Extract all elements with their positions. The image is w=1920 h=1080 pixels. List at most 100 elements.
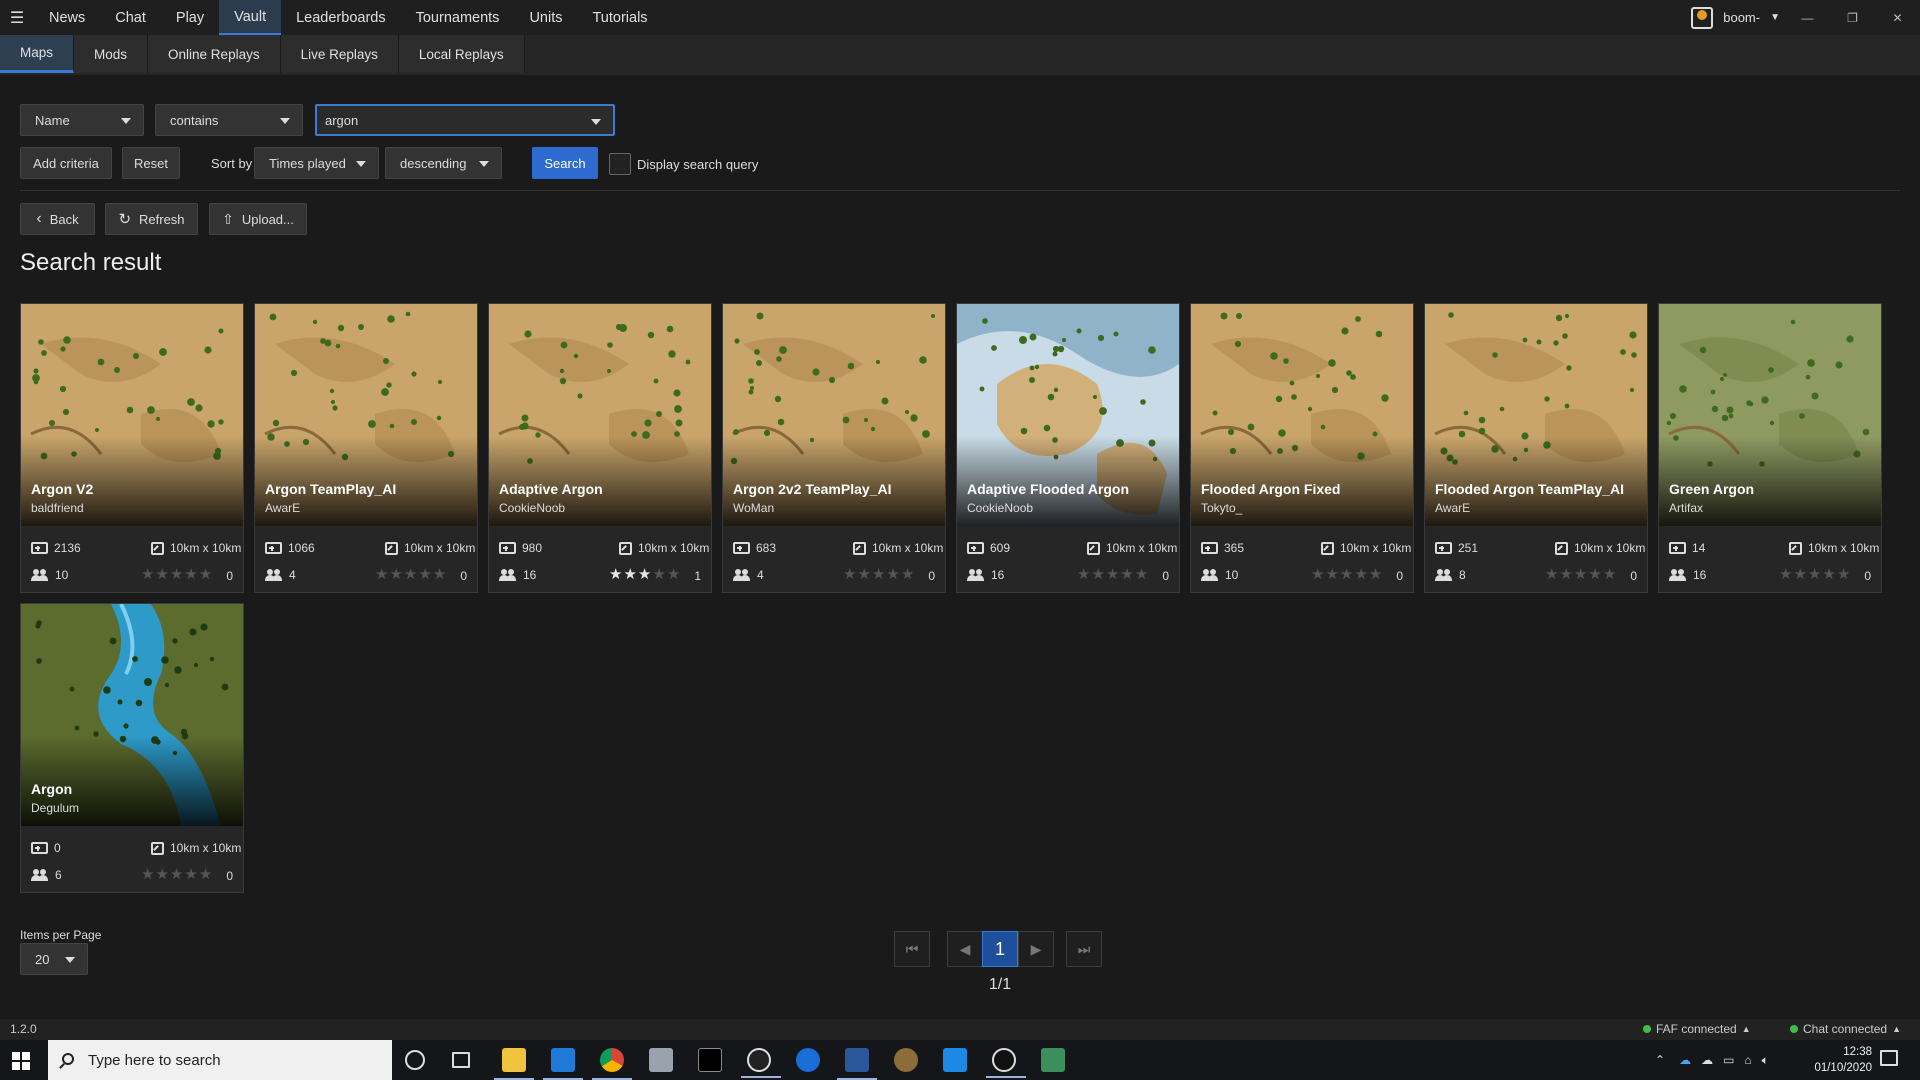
- word-icon[interactable]: [837, 1048, 877, 1080]
- task-view-icon[interactable]: [452, 1052, 470, 1068]
- tab-live-replays[interactable]: Live Replays: [280, 35, 399, 73]
- plays-count: 365: [1224, 541, 1245, 555]
- nav-vault[interactable]: Vault: [219, 0, 282, 35]
- volume-icon[interactable]: 🔈︎: [1762, 1053, 1769, 1068]
- next-page-button[interactable]: ▶: [1018, 931, 1054, 967]
- tab-mods[interactable]: Mods: [74, 35, 149, 73]
- star-icon: ★: [1077, 566, 1092, 583]
- upload-button[interactable]: ⇧ Upload...: [209, 203, 307, 235]
- players-stat: 6: [31, 868, 62, 882]
- reset-button[interactable]: Reset: [122, 147, 180, 179]
- nav-units[interactable]: Units: [514, 0, 577, 35]
- app-icon[interactable]: [649, 1048, 673, 1072]
- star-icon: ★: [403, 566, 419, 583]
- tab-local-replays[interactable]: Local Replays: [398, 35, 525, 73]
- cloud-icon[interactable]: ☁: [1701, 1053, 1713, 1067]
- star-icon: ★: [1559, 566, 1574, 583]
- chat-status[interactable]: Chat connected ▲: [1790, 1022, 1901, 1036]
- restore-icon[interactable]: ❐: [1830, 0, 1875, 35]
- star-icon: ★: [169, 566, 185, 583]
- current-page[interactable]: 1: [982, 931, 1018, 967]
- chevron-up-icon: ▲: [1741, 1024, 1751, 1034]
- map-card[interactable]: Green Argon Artifax 14 10km x 10km 16 ★★…: [1658, 303, 1882, 593]
- refresh-button[interactable]: ↻ Refresh: [105, 203, 198, 235]
- refresh-label: Refresh: [139, 211, 185, 227]
- items-per-page-dropdown[interactable]: 20: [20, 943, 88, 975]
- nav-tournaments[interactable]: Tournaments: [401, 0, 515, 35]
- search-field-dropdown[interactable]: Name: [20, 104, 144, 136]
- map-card[interactable]: Argon TeamPlay_AI AwarE 1066 10km x 10km…: [254, 303, 478, 593]
- rating-stars: ★★★★★: [1545, 565, 1617, 583]
- last-page-button[interactable]: ⏭: [1066, 931, 1102, 967]
- map-card[interactable]: Adaptive Argon CookieNoob 980 10km x 10k…: [488, 303, 712, 593]
- star-icon: ★: [418, 566, 433, 583]
- menu-icon[interactable]: ☰: [0, 0, 34, 35]
- search-operator-dropdown[interactable]: contains: [155, 104, 303, 136]
- terminal-icon[interactable]: [698, 1048, 722, 1072]
- nav-chat[interactable]: Chat: [100, 0, 161, 35]
- first-page-button[interactable]: ⏮: [894, 931, 930, 967]
- map-author: AwarE: [265, 501, 301, 515]
- faf-client-icon[interactable]: [986, 1048, 1026, 1078]
- prev-page-button[interactable]: ◀: [947, 931, 983, 967]
- file-explorer-icon[interactable]: [494, 1048, 534, 1080]
- faf-status[interactable]: FAF connected ▲: [1643, 1022, 1751, 1036]
- tab-online-replays[interactable]: Online Replays: [148, 35, 281, 73]
- add-criteria-button[interactable]: Add criteria: [20, 147, 112, 179]
- map-card[interactable]: Flooded Argon Fixed Tokyto_ 365 10km x 1…: [1190, 303, 1414, 593]
- nav-tutorials[interactable]: Tutorials: [577, 0, 662, 35]
- mail-icon[interactable]: [543, 1048, 583, 1080]
- notifications-icon[interactable]: [1880, 1050, 1898, 1066]
- chevron-up-icon[interactable]: ⌃: [1655, 1053, 1665, 1067]
- star-icon: ★: [609, 566, 624, 583]
- size-stat: 10km x 10km: [1087, 541, 1177, 555]
- star-icon: ★: [1311, 566, 1326, 583]
- players-icon: [31, 569, 49, 581]
- onedrive-icon[interactable]: ☁: [1679, 1053, 1691, 1067]
- search-button[interactable]: Search: [532, 147, 598, 179]
- sort-field-dropdown[interactable]: Times played: [254, 147, 379, 179]
- gamepad-icon: [31, 842, 48, 854]
- nav-play[interactable]: Play: [161, 0, 219, 35]
- star-icon: ★: [432, 566, 448, 583]
- nav-news[interactable]: News: [34, 0, 100, 35]
- map-author: CookieNoob: [967, 501, 1034, 515]
- upload-label: Upload...: [241, 211, 294, 227]
- search-input[interactable]: argon: [315, 104, 615, 136]
- network-icon[interactable]: ⌂: [1744, 1053, 1751, 1067]
- battery-icon[interactable]: ▭: [1723, 1053, 1734, 1067]
- photos-icon[interactable]: [943, 1048, 967, 1072]
- game-icon[interactable]: [894, 1048, 918, 1072]
- map-size-icon: [1321, 541, 1334, 555]
- windows-start-icon[interactable]: [12, 1052, 30, 1070]
- edge-icon[interactable]: [796, 1048, 820, 1072]
- map-size: 10km x 10km: [1808, 541, 1880, 555]
- map-card[interactable]: Adaptive Flooded Argon CookieNoob 609 10…: [956, 303, 1180, 593]
- star-icon: ★: [652, 566, 667, 583]
- plays-count: 251: [1458, 541, 1479, 555]
- map-card[interactable]: Argon V2 baldfriend 2136 10km x 10km 10 …: [20, 303, 244, 593]
- minimize-icon[interactable]: —: [1785, 0, 1830, 35]
- chrome-icon[interactable]: [592, 1048, 632, 1080]
- display-query-checkbox[interactable]: [609, 153, 631, 175]
- tab-maps[interactable]: Maps: [0, 35, 75, 73]
- sort-order-dropdown[interactable]: descending: [385, 147, 502, 179]
- logitech-icon[interactable]: [741, 1048, 781, 1078]
- plays-count: 14: [1692, 541, 1706, 555]
- star-icon: ★: [1588, 566, 1603, 583]
- map-editor-icon[interactable]: [1041, 1048, 1065, 1072]
- map-card[interactable]: Argon Degulum 0 10km x 10km 6 ★★★★★ 0: [20, 603, 244, 893]
- taskbar-search-input[interactable]: Type here to search: [48, 1040, 392, 1080]
- size-stat: 10km x 10km: [151, 541, 241, 555]
- back-button[interactable]: ‹ Back: [20, 203, 95, 235]
- map-card[interactable]: Argon 2v2 TeamPlay_AI WoMan 683 10km x 1…: [722, 303, 946, 593]
- clock[interactable]: 12:38 01/10/2020: [1814, 1044, 1872, 1076]
- close-icon[interactable]: ✕: [1875, 0, 1920, 35]
- nav-leaderboards[interactable]: Leaderboards: [281, 0, 401, 35]
- caret-down-icon: [280, 118, 290, 124]
- map-card[interactable]: Flooded Argon TeamPlay_AI AwarE 251 10km…: [1424, 303, 1648, 593]
- map-size-icon: [1555, 541, 1568, 555]
- plays-stat: 251: [1435, 541, 1478, 555]
- user-menu[interactable]: boom- ▼: [1691, 0, 1780, 35]
- cortana-icon[interactable]: [405, 1050, 425, 1070]
